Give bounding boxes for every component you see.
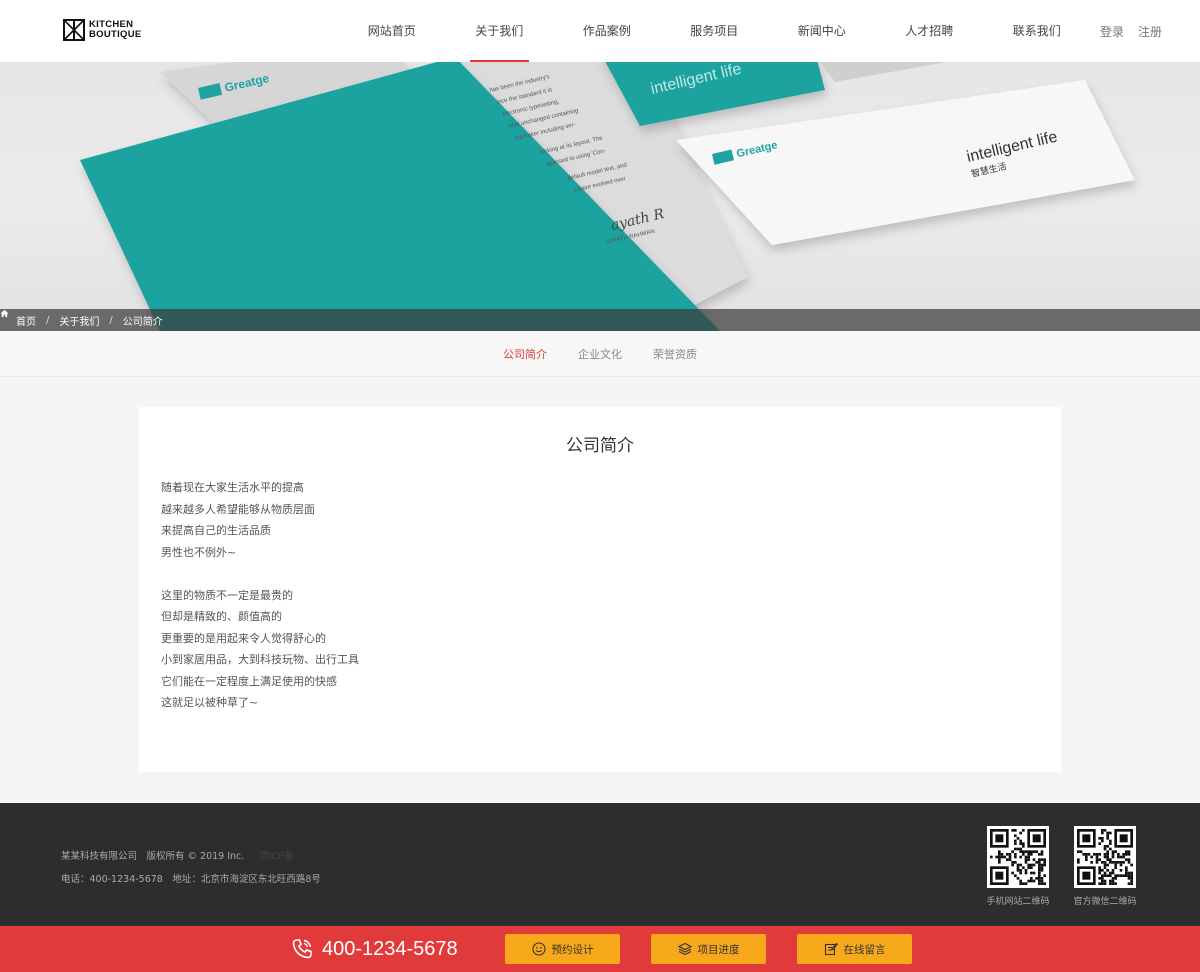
nav-item-careers[interactable]: 人才招聘 bbox=[876, 0, 984, 62]
breadcrumb: 首页 / 关于我们 / 公司简介 bbox=[0, 309, 1200, 331]
nav-item-about[interactable]: 关于我们 bbox=[446, 0, 554, 62]
qr-code-icon bbox=[987, 826, 1049, 888]
register-link[interactable]: 注册 bbox=[1138, 23, 1162, 40]
qr-mobile-site: 手机网站二维码 bbox=[986, 826, 1050, 907]
content-title: 公司简介 bbox=[566, 436, 634, 456]
footer-copyright-line: 某某科技有限公司 版权所有 © 2019 Inc. 京ICP备 bbox=[61, 848, 294, 862]
main-nav: 网站首页 关于我们 作品案例 服务项目 新闻中心 人才招聘 联系我们 bbox=[338, 0, 1091, 62]
footer-copyright: 某某科技有限公司 版权所有 © 2019 Inc. bbox=[61, 851, 245, 862]
content-line: 来提高自己的生活品质 bbox=[161, 524, 271, 537]
nav-item-news[interactable]: 新闻中心 bbox=[768, 0, 876, 62]
banner-illustration: Greatge Greatge intelligent life intelli… bbox=[80, 62, 1135, 331]
auth-links: 登录 注册 bbox=[1100, 0, 1200, 62]
breadcrumb-current: 公司简介 bbox=[122, 316, 163, 328]
sub-tabs: 公司简介 企业文化 荣誉资质 bbox=[0, 331, 1200, 377]
breadcrumb-separator: / bbox=[46, 314, 50, 326]
hotline-number: 400-1234-5678 bbox=[322, 937, 458, 960]
footer-icp[interactable]: 京ICP备 bbox=[259, 851, 293, 862]
content-line: 越来越多人希望能够从物质层面 bbox=[161, 502, 315, 516]
nav-item-services[interactable]: 服务项目 bbox=[661, 0, 769, 62]
logo-mark-icon bbox=[63, 19, 85, 41]
content-line: 它们能在一定程度上满足使用的快感 bbox=[161, 674, 337, 688]
smile-icon bbox=[531, 942, 546, 956]
nav-item-cases[interactable]: 作品案例 bbox=[553, 0, 661, 62]
qr-wechat-label: 官方微信二维码 bbox=[1073, 897, 1137, 907]
brand-name: KITCHEN BOUTIQUE bbox=[89, 20, 142, 40]
brand-line-2: BOUTIQUE bbox=[89, 29, 142, 40]
home-icon bbox=[0, 309, 9, 318]
content-line: 男性也不例外~ bbox=[161, 545, 237, 559]
site-footer: 某某科技有限公司 版权所有 © 2019 Inc. 京ICP备 电话：400-1… bbox=[0, 803, 1200, 926]
hotline[interactable]: 400-1234-5678 bbox=[290, 926, 458, 972]
content-line: 小到家居用品，大到科技玩物、出行工具 bbox=[161, 653, 359, 666]
qr-mobile-label: 手机网站二维码 bbox=[986, 897, 1050, 907]
hero-banner: Greatge Greatge intelligent life intelli… bbox=[0, 62, 1200, 331]
content-line: 这就足以被种草了~ bbox=[161, 696, 259, 709]
breadcrumb-section[interactable]: 关于我们 bbox=[59, 313, 99, 328]
leave-message-button[interactable]: 在线留言 bbox=[797, 934, 912, 964]
content-line: 但却是精致的、颜值高的 bbox=[161, 610, 282, 623]
content-line: 随着现在大家生活水平的提高 bbox=[161, 481, 304, 494]
breadcrumb-separator: / bbox=[109, 314, 113, 326]
tab-honors[interactable]: 荣誉资质 bbox=[653, 346, 697, 362]
brand-logo[interactable]: KITCHEN BOUTIQUE bbox=[63, 19, 142, 41]
project-progress-button[interactable]: 项目进度 bbox=[651, 934, 766, 964]
nav-item-home[interactable]: 网站首页 bbox=[338, 0, 446, 62]
qr-wechat: 官方微信二维码 bbox=[1073, 826, 1137, 907]
login-link[interactable]: 登录 bbox=[1100, 23, 1124, 40]
content-body: 随着现在大家生活水平的提高 越来越多人希望能够从物质层面 来提高自己的生活品质 … bbox=[161, 477, 359, 714]
book-design-button[interactable]: 预约设计 bbox=[505, 934, 620, 964]
edit-note-icon bbox=[824, 942, 838, 956]
qr-wechat-graphic bbox=[1077, 829, 1133, 885]
breadcrumb-home[interactable]: 首页 bbox=[16, 313, 36, 328]
project-progress-label: 项目进度 bbox=[697, 943, 740, 956]
book-design-label: 预约设计 bbox=[551, 943, 594, 956]
tab-corporate-culture[interactable]: 企业文化 bbox=[578, 346, 622, 362]
content-line: 这里的物质不一定是最贵的 bbox=[161, 588, 293, 602]
site-header: KITCHEN BOUTIQUE 网站首页 关于我们 作品案例 服务项目 新闻中… bbox=[0, 0, 1200, 62]
nav-item-contact[interactable]: 联系我们 bbox=[983, 0, 1091, 62]
tab-company-profile[interactable]: 公司简介 bbox=[503, 346, 547, 362]
content-line: 更重要的是用起来令人觉得舒心的 bbox=[161, 631, 326, 645]
footer-contact: 电话：400-1234-5678 地址：北京市海淀区东北旺西路8号 bbox=[61, 874, 321, 885]
qr-code-icon bbox=[1074, 826, 1136, 888]
phone-icon bbox=[292, 939, 312, 959]
bottom-action-bar: 400-1234-5678 预约设计 项目进度 在线留言 bbox=[0, 926, 1200, 972]
qr-mobile-graphic bbox=[990, 829, 1046, 885]
layers-icon bbox=[677, 942, 692, 956]
content-card: 公司简介 随着现在大家生活水平的提高 越来越多人希望能够从物质层面 来提高自己的… bbox=[139, 407, 1061, 772]
leave-message-label: 在线留言 bbox=[843, 943, 886, 956]
